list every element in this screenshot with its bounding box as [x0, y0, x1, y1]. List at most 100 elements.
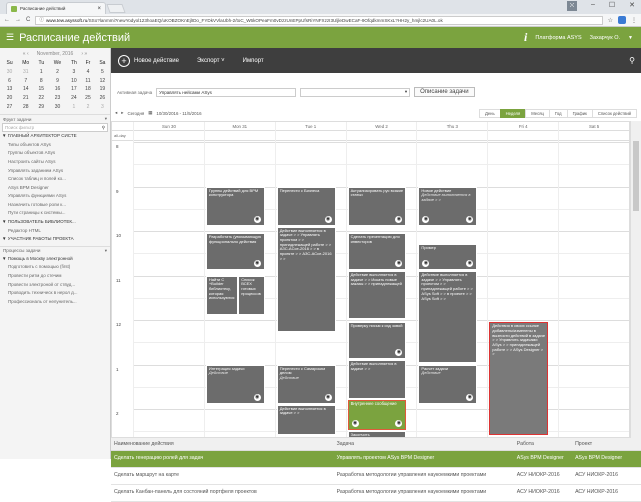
- tree-item[interactable]: Подготовить с помощью (first): [0, 263, 110, 272]
- mini-calendar-month[interactable]: November, 2016: [37, 51, 74, 57]
- calendar-event[interactable]: Новое действие Действие выполняется в зад…: [418, 186, 478, 226]
- info-icon[interactable]: i: [524, 30, 527, 45]
- calendar-event[interactable]: Найти С +Builder библиотеку, которая исп…: [205, 275, 239, 315]
- scrollbar-thumb[interactable]: [633, 141, 639, 211]
- day-header[interactable]: Wed 2: [345, 122, 417, 130]
- calendar-day[interactable]: 9: [48, 76, 66, 85]
- calendar-day[interactable]: 19: [95, 85, 110, 94]
- calendar-day[interactable]: 30: [2, 68, 17, 77]
- back-icon[interactable]: ←: [4, 17, 10, 23]
- calendar-day[interactable]: 18: [81, 85, 95, 94]
- active-task-input[interactable]: Управлять нейсами ASys: [156, 87, 297, 97]
- close-window-button[interactable]: ✕: [629, 1, 635, 11]
- calendar-day[interactable]: 2: [48, 68, 66, 77]
- prev-month-icon[interactable]: « ‹: [23, 51, 29, 57]
- star-icon[interactable]: ☆: [608, 17, 613, 24]
- menu-icon[interactable]: ⋮: [631, 17, 637, 24]
- user-name[interactable]: Захарчук О.: [590, 35, 620, 41]
- new-action-button[interactable]: Новое действие: [134, 58, 179, 64]
- tree-item[interactable]: ▼ УЧАСТНИК РАБОТЫ ПРОЕКТА: [0, 235, 110, 244]
- calendar-event[interactable]: Перенести с Самарским делом Действие ◉: [276, 364, 336, 404]
- task-description-button[interactable]: Описание задачи: [414, 87, 475, 97]
- calendar-day[interactable]: 11: [81, 76, 95, 85]
- complete-icon[interactable]: ◉: [253, 260, 261, 268]
- table-header[interactable]: Проект: [572, 438, 641, 451]
- calendar-day[interactable]: 22: [34, 94, 48, 103]
- calendar-day[interactable]: 27: [2, 102, 17, 111]
- table-row[interactable]: Сделать маршрут на карте Разработка метод…: [111, 467, 641, 485]
- tree-item[interactable]: Назначить готовые роли к...: [0, 201, 110, 210]
- calendar-event[interactable]: Сделать презентацию для инвесторов ◉: [347, 233, 407, 271]
- tree-item[interactable]: ASys BPM Designer: [0, 184, 110, 193]
- tree-item[interactable]: Управлять заданием ASys: [0, 167, 110, 176]
- calendar-day[interactable]: 3: [95, 102, 110, 111]
- plus-icon[interactable]: +: [118, 54, 130, 67]
- calendar-event[interactable]: Закончить: [347, 431, 407, 437]
- calendar-day[interactable]: 5: [95, 68, 110, 77]
- tree-item[interactable]: Проводить техническ в нерол д...: [0, 289, 110, 298]
- complete-icon[interactable]: ◉: [395, 349, 403, 357]
- edit-icon[interactable]: ◉: [422, 215, 430, 223]
- calendar-day[interactable]: 10: [67, 76, 81, 85]
- calendar-event[interactable]: Разработать (увязывающую функционально д…: [205, 233, 265, 271]
- tree-item[interactable]: Список таблиц и полей ко...: [0, 175, 110, 184]
- tree-item[interactable]: Профессиональ от нелунитель...: [0, 298, 110, 307]
- search-icon[interactable]: ⚲: [102, 125, 105, 131]
- task-select[interactable]: ▾: [300, 87, 411, 97]
- view-tab[interactable]: Неделя: [499, 108, 527, 118]
- complete-icon[interactable]: ◉: [324, 393, 332, 401]
- reload-icon[interactable]: C: [26, 17, 30, 23]
- tree-item[interactable]: Провести электроной от ствуд...: [0, 281, 110, 290]
- complete-icon[interactable]: ◉: [324, 215, 332, 223]
- day-header[interactable]: Sun 30: [133, 122, 204, 130]
- calendar-event[interactable]: Внутреннее сообщение ◉ ◉: [347, 400, 407, 431]
- complete-icon[interactable]: ◉: [466, 260, 474, 268]
- complete-icon[interactable]: ◉: [253, 215, 261, 223]
- calendar-day[interactable]: 23: [48, 94, 66, 103]
- calendar-day[interactable]: 14: [17, 85, 34, 94]
- new-tab-button[interactable]: [106, 4, 126, 13]
- calendar-day[interactable]: 17: [67, 85, 81, 94]
- calendar-day[interactable]: 26: [95, 94, 110, 103]
- calendar-day[interactable]: 12: [95, 76, 110, 85]
- view-tab[interactable]: Месяц: [525, 108, 550, 118]
- profile-icon[interactable]: ⛌: [566, 1, 577, 11]
- import-button[interactable]: Импорт: [243, 58, 264, 64]
- calendar-day[interactable]: 15: [34, 85, 48, 94]
- sidebar-search-input[interactable]: Поиск фильтр ⚲: [2, 123, 108, 133]
- url-field[interactable]: ⓘ www.tew.asyssoft.ru /SSo?lanmmi?newYod…: [35, 15, 603, 25]
- calendar-day[interactable]: 1: [34, 68, 48, 77]
- tree-item[interactable]: Типы объектов ASys: [0, 141, 110, 150]
- calendar-event[interactable]: Действия в своих ссылке добавлены/измене…: [489, 322, 549, 435]
- tree-item[interactable]: Группы объектов ASys: [0, 149, 110, 158]
- calendar-day[interactable]: 1: [67, 102, 81, 111]
- edit-icon[interactable]: ◉: [351, 420, 359, 428]
- day-header[interactable]: Tue 1: [274, 122, 346, 130]
- complete-icon[interactable]: ◉: [253, 393, 261, 401]
- calendar-day[interactable]: 24: [67, 94, 81, 103]
- calendar-event[interactable]: Действие выполняется в задаче > > Искать…: [347, 271, 407, 319]
- task-filter-section[interactable]: Фрукт задачи ▾: [0, 114, 110, 123]
- complete-icon[interactable]: ◉: [466, 215, 474, 223]
- calendar-event[interactable]: Действие выполняется в задаче > > Управл…: [418, 271, 478, 364]
- table-header[interactable]: Наименование действия: [111, 438, 334, 451]
- calendar-event[interactable]: Расчет задачи Действие ◉: [418, 364, 478, 404]
- tree-item[interactable]: ▼ ГЛАВНЫЙ АРХИТЕКТОР СИСТЕ: [0, 132, 110, 141]
- complete-icon[interactable]: ◉: [466, 393, 474, 401]
- forward-icon[interactable]: →: [15, 17, 21, 23]
- next-month-icon[interactable]: › »: [81, 51, 87, 57]
- calendar-day[interactable]: 4: [81, 68, 95, 77]
- view-tab[interactable]: Список действий: [591, 108, 637, 118]
- tree-item[interactable]: ▼ ПОЛЬЗОВАТЕЛЬ БИБЛИОТЕК...: [0, 218, 110, 227]
- minimize-button[interactable]: –: [591, 1, 595, 11]
- calendar-event[interactable]: Перенести с Бизнеса ◉: [276, 186, 336, 226]
- calendar-event[interactable]: Интеграция задачи Действие ◉: [205, 364, 265, 404]
- user-dropdown-icon[interactable]: ▼: [628, 35, 633, 41]
- calendar-event[interactable]: Список ВСЕХ готовых процессов: [238, 275, 265, 315]
- table-row[interactable]: Сделать Канбан-панель для состояний порт…: [111, 484, 641, 502]
- calendar-event[interactable]: Действие выполняется в задаче > >: [276, 404, 336, 435]
- maximize-button[interactable]: ☐: [609, 1, 615, 11]
- extension-icon[interactable]: [618, 16, 626, 24]
- today-button[interactable]: Сегодня: [127, 111, 144, 116]
- calendar-day[interactable]: 6: [2, 76, 17, 85]
